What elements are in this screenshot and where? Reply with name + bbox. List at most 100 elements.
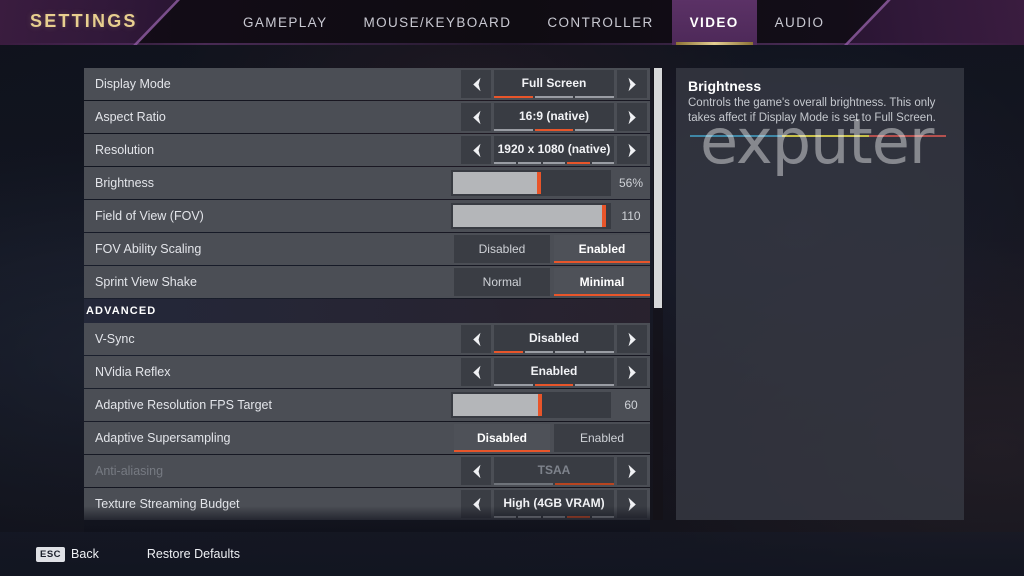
settings-row-control: 1920 x 1080 (native)	[458, 134, 650, 166]
tab-label: CONTROLLER	[547, 15, 654, 30]
settings-scrollbar[interactable]	[653, 68, 663, 520]
tab-label: GAMEPLAY	[243, 15, 328, 30]
option-segment	[518, 516, 541, 518]
settings-row[interactable]: Texture Streaming Budget High (4GB VRAM)	[84, 488, 650, 520]
restore-defaults-button[interactable]: Restore Defaults	[147, 547, 240, 561]
toggle-option-label: Minimal	[579, 275, 625, 289]
chevron-right-icon[interactable]	[617, 358, 647, 386]
settings-row[interactable]: FOV Ability Scaling Disabled Enabled	[84, 233, 650, 265]
option-value-box[interactable]: Full Screen	[494, 70, 615, 98]
option-segments	[494, 162, 615, 164]
option-stepper: High (4GB VRAM)	[458, 490, 650, 518]
toggle-option[interactable]: Disabled	[454, 424, 550, 452]
toggle-option-label: Disabled	[478, 242, 526, 256]
chevron-left-icon[interactable]	[461, 325, 491, 353]
chevron-right-icon[interactable]	[617, 457, 647, 485]
chevron-left-icon[interactable]	[461, 103, 491, 131]
option-value-box[interactable]: 1920 x 1080 (native)	[494, 136, 615, 164]
chevron-left-icon[interactable]	[461, 136, 491, 164]
chevron-left-icon[interactable]	[461, 490, 491, 518]
tab-mouse-keyboard[interactable]: MOUSE/KEYBOARD	[345, 0, 529, 45]
settings-row-label: Adaptive Resolution FPS Target	[95, 398, 272, 412]
option-segments	[494, 384, 615, 386]
option-segments	[494, 129, 615, 131]
toggle-option[interactable]: Enabled	[554, 424, 650, 452]
toggle-option-label: Enabled	[578, 242, 626, 256]
settings-row[interactable]: Aspect Ratio 16:9 (native)	[84, 101, 650, 133]
settings-row[interactable]: Display Mode Full Screen	[84, 68, 650, 100]
slider-control: 110	[451, 203, 650, 229]
settings-list[interactable]: Display Mode Full Screen Aspect Ratio 16:9 …	[84, 68, 650, 520]
settings-row-label: Anti-aliasing	[95, 464, 164, 478]
back-button[interactable]: ESC Back	[36, 546, 99, 562]
settings-row[interactable]: Adaptive Supersampling Disabled Enabled	[84, 422, 650, 454]
chevron-right-icon[interactable]	[617, 136, 647, 164]
header-right-accent-shape	[848, 0, 1024, 45]
slider-handle[interactable]	[536, 172, 541, 194]
option-value-box[interactable]: High (4GB VRAM)	[494, 490, 615, 518]
option-segment	[524, 351, 553, 353]
slider-track[interactable]	[451, 392, 611, 418]
option-value-text: Enabled	[530, 363, 578, 378]
option-segment	[494, 483, 553, 485]
slider-handle[interactable]	[602, 205, 607, 227]
scrollbar-thumb[interactable]	[654, 68, 662, 308]
accent-segment-yellow	[782, 135, 870, 137]
toggle-option[interactable]: Minimal	[554, 268, 650, 296]
chevron-right-icon[interactable]	[617, 103, 647, 131]
settings-row-label: Field of View (FOV)	[95, 209, 204, 223]
tab-controller[interactable]: CONTROLLER	[529, 0, 671, 45]
settings-row[interactable]: Sprint View Shake Normal Minimal	[84, 266, 650, 298]
settings-row[interactable]: NVidia Reflex Enabled	[84, 356, 650, 388]
accent-segment-red	[869, 135, 946, 137]
settings-row-control: 110	[451, 200, 650, 232]
slider-value-label: 56%	[618, 176, 644, 190]
option-segment	[567, 516, 590, 518]
settings-row-label: Adaptive Supersampling	[95, 431, 231, 445]
option-segment	[494, 516, 517, 518]
chevron-right-icon[interactable]	[617, 325, 647, 353]
tab-gameplay[interactable]: GAMEPLAY	[225, 0, 345, 45]
settings-row[interactable]: Resolution 1920 x 1080 (native)	[84, 134, 650, 166]
description-panel: Brightness Controls the game's overall b…	[676, 68, 964, 520]
settings-row[interactable]: Adaptive Resolution FPS Target 60	[84, 389, 650, 421]
settings-row[interactable]: Field of View (FOV) 110	[84, 200, 650, 232]
slider-track[interactable]	[451, 203, 611, 229]
option-value-box[interactable]: TSAA	[494, 457, 614, 485]
tab-label: VIDEO	[689, 15, 739, 30]
settings-row-control: 56%	[451, 167, 650, 199]
section-header-label: ADVANCED	[86, 305, 157, 317]
slider-handle[interactable]	[538, 394, 543, 416]
chevron-right-icon[interactable]	[617, 70, 647, 98]
toggle-option-label: Enabled	[579, 431, 625, 445]
tab-audio[interactable]: AUDIO	[757, 0, 843, 45]
option-value-text: 1920 x 1080 (native)	[497, 141, 611, 156]
toggle-group: Disabled Enabled	[454, 424, 650, 452]
slider-track[interactable]	[451, 170, 611, 196]
toggle-option[interactable]: Normal	[454, 268, 550, 296]
option-value-box[interactable]: Disabled	[494, 325, 614, 353]
tab-label: AUDIO	[774, 15, 825, 30]
option-segments	[494, 351, 614, 353]
settings-content: Display Mode Full Screen Aspect Ratio 16:9 …	[0, 45, 1024, 532]
tab-video[interactable]: VIDEO	[671, 0, 757, 45]
option-stepper: Disabled	[458, 325, 650, 353]
description-title: Brightness	[688, 78, 762, 94]
settings-row-label: Brightness	[95, 176, 155, 190]
toggle-option[interactable]: Disabled	[454, 235, 550, 263]
settings-screen: SETTINGS GAMEPLAY MOUSE/KEYBOARD CONTROLLE…	[0, 0, 1024, 576]
chevron-left-icon[interactable]	[461, 457, 491, 485]
settings-row[interactable]: V-Sync Disabled	[84, 323, 650, 355]
chevron-right-icon[interactable]	[617, 490, 647, 518]
option-value-box[interactable]: 16:9 (native)	[494, 103, 615, 131]
header-bar: SETTINGS GAMEPLAY MOUSE/KEYBOARD CONTROLLE…	[0, 0, 1024, 45]
toggle-option[interactable]: Enabled	[554, 235, 650, 263]
chevron-left-icon[interactable]	[461, 70, 491, 98]
chevron-left-icon[interactable]	[461, 358, 491, 386]
settings-row-control: Disabled	[458, 323, 650, 355]
option-value-box[interactable]: Enabled	[494, 358, 615, 386]
settings-row[interactable]: Brightness 56%	[84, 167, 650, 199]
option-value-text: High (4GB VRAM)	[503, 495, 605, 510]
option-value-text: Full Screen	[521, 75, 587, 90]
option-value-text: TSAA	[537, 462, 571, 477]
